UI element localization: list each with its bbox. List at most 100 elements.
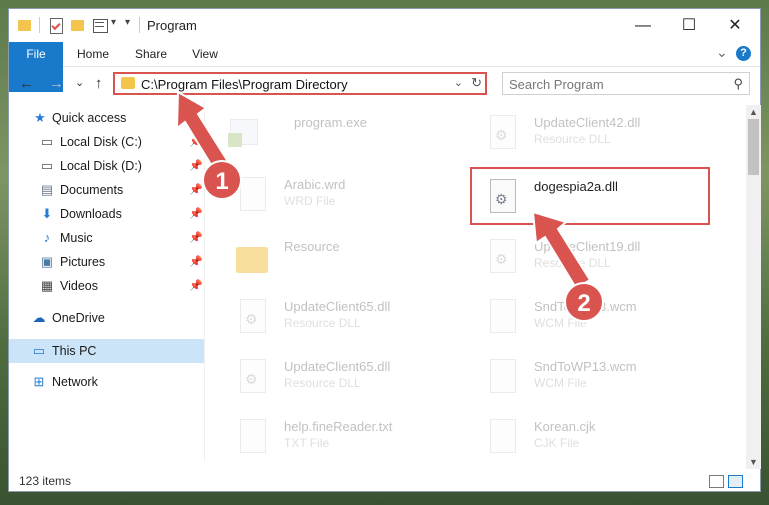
txt-file-icon bbox=[236, 419, 266, 457]
maximize-button[interactable]: ☐ bbox=[666, 9, 712, 42]
sidebar-item-this-pc[interactable]: ▭ This PC bbox=[9, 339, 204, 363]
sidebar-item-music[interactable]: ♪ Music 📌 bbox=[9, 227, 204, 249]
folder-icon bbox=[121, 77, 135, 89]
tab-share[interactable]: Share bbox=[129, 42, 173, 66]
pin-icon[interactable]: 📌 bbox=[189, 255, 203, 268]
pin-icon[interactable]: 📌 bbox=[189, 279, 203, 292]
file-name: Resource bbox=[284, 239, 340, 254]
file-type: Resource DLL bbox=[534, 132, 611, 146]
file-item-help-txt[interactable]: help.fineReader.txt TXT File bbox=[222, 415, 452, 465]
dll-file-icon: ⚙ bbox=[486, 239, 516, 277]
file-name: help.fineReader.txt bbox=[284, 419, 393, 434]
file-name: UpdateClient19.dll bbox=[534, 239, 641, 254]
file-item-program-exe[interactable]: program.exe bbox=[214, 111, 444, 161]
scroll-thumb[interactable] bbox=[748, 119, 759, 175]
quick-access-dropdown-icon[interactable]: ▾ bbox=[111, 17, 116, 28]
tab-view[interactable]: View bbox=[185, 42, 225, 66]
file-list: program.exe ⚙ UpdateClient42.dll Resourc… bbox=[214, 105, 734, 465]
pane-divider[interactable] bbox=[204, 99, 205, 462]
file-type: Resource DLL bbox=[284, 376, 361, 390]
minimize-button[interactable]: — bbox=[620, 9, 666, 42]
sidebar-item-local-disk-c[interactable]: ▭ Local Disk (C:) 📌 bbox=[9, 131, 204, 153]
file-name: SndToWP13.wcm bbox=[534, 359, 637, 374]
sidebar-item-label: Music bbox=[60, 231, 93, 245]
details-view-icon[interactable] bbox=[709, 475, 724, 488]
customize-toolbar-icon[interactable]: ▾ bbox=[125, 17, 130, 28]
search-placeholder: Search Program bbox=[509, 77, 604, 92]
sidebar-item-label: Local Disk (D:) bbox=[60, 159, 142, 173]
sidebar-item-downloads[interactable]: ⬇ Downloads 📌 bbox=[9, 203, 204, 225]
drive-icon: ▭ bbox=[40, 134, 54, 149]
file-type: TXT File bbox=[284, 436, 330, 450]
music-icon: ♪ bbox=[43, 230, 51, 245]
close-button[interactable]: ✕ bbox=[712, 9, 758, 42]
pin-icon[interactable]: 📌 bbox=[189, 231, 203, 244]
sidebar-item-label: This PC bbox=[52, 344, 97, 358]
pin-icon[interactable]: 📌 bbox=[189, 207, 203, 220]
explorer-window: ▾ ▾ Program — ☐ ✕ File Home Share View ⌄… bbox=[8, 8, 761, 492]
sidebar-item-pictures[interactable]: ▣ Pictures 📌 bbox=[9, 251, 204, 273]
wcm-file-icon bbox=[486, 299, 516, 337]
large-icons-view-icon[interactable] bbox=[728, 475, 743, 488]
star-icon: ★ bbox=[34, 110, 46, 125]
step-badge-2: 2 bbox=[564, 282, 604, 322]
up-button[interactable]: ↑ bbox=[95, 75, 103, 92]
file-item-sndtowp13[interactable]: SndToWP13.wcm WCM File bbox=[472, 355, 702, 405]
properties-icon[interactable] bbox=[48, 17, 64, 34]
file-item-updateclient42[interactable]: ⚙ UpdateClient42.dll Resource DLL bbox=[472, 111, 702, 161]
sidebar-item-local-disk-d[interactable]: ▭ Local Disk (D:) 📌 bbox=[9, 155, 204, 177]
sidebar-item-videos[interactable]: ▦ Videos 📌 bbox=[9, 275, 204, 297]
customize-icon[interactable] bbox=[92, 17, 108, 33]
sidebar-item-label: Videos bbox=[60, 279, 98, 293]
pin-icon[interactable]: 📌 bbox=[189, 183, 203, 196]
file-name: UpdateClient65.dll bbox=[284, 299, 391, 314]
recent-locations-button[interactable]: ⌄ bbox=[75, 76, 84, 89]
file-item-resource-folder[interactable]: Resource bbox=[222, 235, 452, 285]
sidebar-item-network[interactable]: ⊞ Network bbox=[9, 371, 204, 393]
search-input[interactable]: Search Program ⚲ bbox=[502, 72, 750, 95]
expand-ribbon-icon[interactable]: ⌄ bbox=[716, 44, 728, 61]
pin-icon[interactable]: 📌 bbox=[189, 135, 203, 148]
address-bar[interactable]: C:\Program Files\Program Directory ⌄ ↻ bbox=[113, 72, 487, 95]
onedrive-icon: ☁ bbox=[32, 310, 46, 325]
sidebar-item-label: Documents bbox=[60, 183, 124, 197]
help-icon[interactable]: ? bbox=[736, 46, 751, 61]
search-icon[interactable]: ⚲ bbox=[733, 76, 743, 92]
sidebar-item-onedrive[interactable]: ☁ OneDrive bbox=[9, 307, 204, 329]
sidebar-item-documents[interactable]: ▤ Documents 📌 bbox=[9, 179, 204, 201]
ribbon-tabs: File Home Share View ⌄ ? bbox=[9, 42, 760, 92]
file-type: WCM File bbox=[534, 376, 587, 390]
sidebar-item-quick-access[interactable]: ★ Quick access bbox=[9, 107, 204, 129]
dll-file-icon: ⚙ bbox=[486, 115, 516, 153]
address-path[interactable]: C:\Program Files\Program Directory bbox=[141, 77, 348, 92]
pictures-icon: ▣ bbox=[40, 254, 54, 269]
scroll-down-icon[interactable]: ▼ bbox=[749, 457, 758, 467]
file-name: program.exe bbox=[294, 115, 367, 130]
sidebar-item-label: Quick access bbox=[52, 111, 127, 125]
vertical-scrollbar[interactable]: ▲ ▼ bbox=[746, 105, 761, 469]
title-bar: ▾ ▾ Program — ☐ ✕ bbox=[9, 9, 760, 42]
back-button[interactable]: ← bbox=[19, 75, 34, 92]
downloads-icon: ⬇ bbox=[41, 206, 53, 221]
file-type: WRD File bbox=[284, 194, 336, 208]
file-name: UpdateClient42.dll bbox=[534, 115, 641, 130]
file-item-updateclient65[interactable]: ⚙ UpdateClient65.dll Resource DLL bbox=[222, 355, 452, 405]
refresh-button[interactable]: ↻ bbox=[471, 75, 482, 91]
address-dropdown-icon[interactable]: ⌄ bbox=[454, 76, 463, 89]
window-title: Program bbox=[147, 18, 197, 33]
forward-button[interactable]: → bbox=[49, 75, 64, 92]
file-item-updateclient65[interactable]: ⚙ UpdateClient65.dll Resource DLL bbox=[222, 295, 452, 345]
scroll-up-icon[interactable]: ▲ bbox=[749, 107, 758, 117]
file-item-korean-cjk[interactable]: Korean.cjk CJK File bbox=[472, 415, 702, 465]
wcm-file-icon bbox=[486, 359, 516, 397]
target-file-highlight bbox=[470, 167, 710, 225]
tab-home[interactable]: Home bbox=[71, 42, 115, 66]
exe-file-icon bbox=[228, 115, 258, 153]
pin-icon[interactable]: 📌 bbox=[189, 159, 203, 172]
file-item-updateclient19[interactable]: ⚙ UpdateClient19.dll Resource DLL bbox=[472, 235, 702, 285]
navigation-bar: ← → ⌄ ↑ C:\Program Files\Program Directo… bbox=[9, 67, 760, 99]
file-item-arabic-wrd[interactable]: Arabic.wrd WRD File bbox=[222, 173, 452, 223]
file-type: CJK File bbox=[534, 436, 580, 450]
file-name: Arabic.wrd bbox=[284, 177, 346, 192]
new-folder-icon[interactable] bbox=[70, 17, 86, 33]
